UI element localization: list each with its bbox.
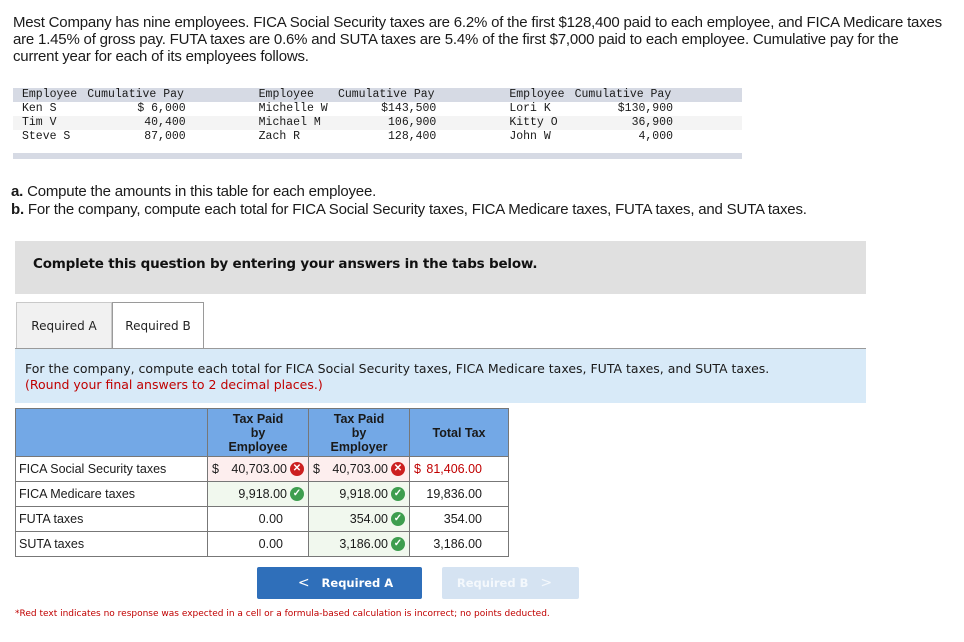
header-tax-paid-by-employer: Tax Paid by Employer (308, 408, 410, 457)
footnote: *Red text indicates no response was expe… (15, 609, 550, 619)
cumulative-pay: 106,900 (388, 116, 437, 129)
chevron-right-icon: > (540, 575, 553, 591)
header-employee: Employee (22, 88, 78, 101)
correct-icon: ✓ (290, 487, 304, 501)
cumulative-pay: $ 6,000 (137, 102, 186, 115)
employee-name: Tim V (22, 116, 57, 129)
employer-tax-input[interactable]: 3,186.00 ✓ (308, 531, 410, 557)
table-row-fica-social-security: FICA Social Security taxes $40,703.00 ✕ $… (15, 456, 509, 482)
cumulative-pay: 40,400 (144, 116, 186, 129)
instruction-banner: Complete this question by entering your … (15, 241, 866, 294)
row-label: SUTA taxes (15, 531, 208, 557)
header-tax-paid-by-employee: Tax Paid by Employee (207, 408, 309, 457)
header-total-tax: Total Tax (409, 408, 509, 457)
correct-icon: ✓ (391, 537, 405, 551)
employee-tax-input[interactable]: 0.00 (207, 531, 309, 557)
employee-tax-input[interactable]: $40,703.00 ✕ (207, 456, 309, 482)
employee-name: Michael M (258, 116, 321, 129)
chevron-left-icon: < (297, 575, 310, 591)
incorrect-icon: ✕ (290, 462, 304, 476)
employee-name: Ken S (22, 102, 57, 115)
employee-name: Kitty O (509, 116, 558, 129)
total-tax-value: 3,186.00 (409, 531, 509, 557)
employer-tax-input[interactable]: 9,918.00 ✓ (308, 481, 410, 507)
employer-tax-input[interactable]: $40,703.00 ✕ (308, 456, 410, 482)
cumulative-pay: $130,900 (617, 102, 673, 115)
tab-instructions: For the company, compute each total for … (15, 348, 866, 403)
table-row-suta: SUTA taxes 0.00 3,186.00 ✓ 3,186.00 (15, 531, 509, 557)
header-employee: Employee (509, 88, 565, 101)
employee-name: Michelle W (258, 102, 328, 115)
correct-icon: ✓ (391, 512, 405, 526)
employee-name: Lori K (509, 102, 551, 115)
cumulative-pay: 36,900 (631, 116, 673, 129)
cumulative-pay: 128,400 (388, 130, 437, 143)
header-cumulative-pay: Cumulative Pay (87, 88, 184, 101)
instruction-text: For the company, compute each total for … (25, 361, 770, 376)
table-row-fica-medicare: FICA Medicare taxes 9,918.00 ✓ 9,918.00 ✓ … (15, 481, 509, 507)
row-label: FUTA taxes (15, 506, 208, 532)
total-tax-value: 19,836.00 (409, 481, 509, 507)
total-tax-value: $81,406.00 (409, 456, 509, 482)
row-label: FICA Social Security taxes (15, 456, 208, 482)
employee-tax-input[interactable]: 0.00 (207, 506, 309, 532)
tab-required-b[interactable]: Required B (112, 302, 204, 350)
tax-table-header: Tax Paid by Employee Tax Paid by Employe… (15, 408, 509, 457)
header-cumulative-pay: Cumulative Pay (574, 88, 672, 101)
employee-name: John W (509, 130, 551, 143)
header-cumulative-pay: Cumulative Pay (337, 88, 435, 101)
header-employee: Employee (258, 88, 314, 101)
total-tax-value: 354.00 (409, 506, 509, 532)
employee-name: Steve S (22, 130, 71, 143)
employee-tax-input[interactable]: 9,918.00 ✓ (207, 481, 309, 507)
banner-text: Complete this question by entering your … (33, 256, 538, 272)
previous-required-a-button[interactable]: < Required A (257, 567, 422, 599)
table-footer-bar (13, 153, 742, 159)
table-row: Tim V 40,400 Michael M 106,900 Kitty O 3… (13, 116, 742, 130)
employee-name: Zach R (258, 130, 301, 143)
part-a: a. Compute the amounts in this table for… (11, 183, 377, 200)
next-required-b-button[interactable]: Required B > (442, 567, 579, 599)
row-label: FICA Medicare taxes (15, 481, 208, 507)
incorrect-icon: ✕ (391, 462, 405, 476)
cumulative-pay: $143,500 (381, 102, 437, 115)
table-row-futa: FUTA taxes 0.00 354.00 ✓ 354.00 (15, 506, 509, 532)
rounding-note: (Round your final answers to 2 decimal p… (25, 377, 323, 392)
cumulative-pay: 87,000 (144, 130, 186, 143)
tax-totals-table: Tax Paid by Employee Tax Paid by Employe… (15, 408, 509, 557)
employer-tax-input[interactable]: 354.00 ✓ (308, 506, 410, 532)
employee-table-header: Employee Cumulative Pay Employee Cumulat… (13, 88, 742, 102)
question-parts: a. Compute the amounts in this table for… (11, 183, 807, 219)
cumulative-pay: 4,000 (638, 130, 673, 143)
problem-intro: Mest Company has nine employees. FICA So… (13, 14, 942, 65)
part-b: b. For the company, compute each total f… (11, 201, 807, 218)
employee-pay-table: Employee Cumulative Pay Employee Cumulat… (13, 88, 742, 144)
tab-required-a[interactable]: Required A (16, 302, 112, 348)
table-row: Ken S $ 6,000 Michelle W $143,500 Lori K… (13, 102, 742, 116)
correct-icon: ✓ (391, 487, 405, 501)
table-row: Steve S 87,000 Zach R 128,400 John W 4,0… (13, 130, 742, 144)
